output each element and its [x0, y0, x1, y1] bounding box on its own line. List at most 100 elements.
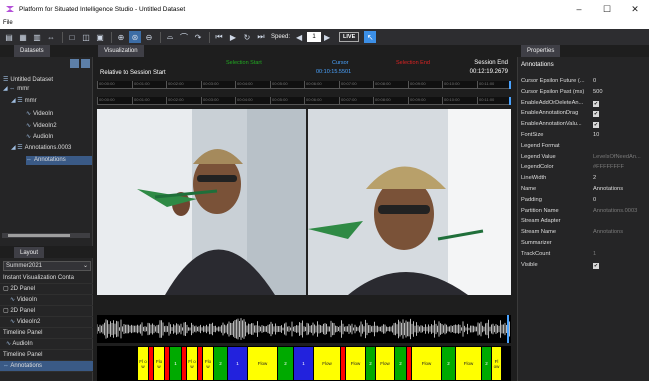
timeline-ruler-top[interactable]: 00:00:00 00:01:00 00:02:00 00:03:00 00:04:00… — [97, 81, 511, 89]
layout-item[interactable]: ∿ VideoIn2 — [0, 317, 93, 328]
annotation-tool-icon[interactable]: ⇔ — [45, 31, 57, 43]
pointer-cursor-icon[interactable]: ↖ — [364, 31, 377, 43]
tree-item-stream-selected[interactable]: ⇔ Annotations — [26, 156, 92, 165]
tree-item-partition[interactable]: ◢ ☰ Annotations.0003 — [11, 144, 71, 153]
property-value[interactable]: #FFFFFFFF — [591, 163, 649, 173]
tab-properties[interactable]: Properties — [521, 45, 561, 57]
property-value[interactable]: 2 — [591, 174, 649, 184]
property-value[interactable]: ✔ — [591, 109, 649, 119]
video-frame-videoin[interactable] — [97, 109, 306, 295]
tree-item-session[interactable]: ◢ ⇔ mmr — [3, 85, 29, 94]
property-value[interactable]: Annotations.0003 — [591, 207, 649, 217]
speed-decrease-icon[interactable]: ◀ — [293, 31, 305, 43]
property-value[interactable] — [591, 217, 649, 227]
minimize-button[interactable]: – — [565, 0, 593, 18]
property-value[interactable]: Annotations — [591, 185, 649, 195]
property-checkbox[interactable]: ✔ — [593, 122, 599, 129]
property-row[interactable]: EnableAddOrDeleteAn... ✔ — [518, 99, 649, 109]
panel-single-icon[interactable]: □ — [66, 31, 78, 43]
property-row[interactable]: LineWidth 2 — [518, 174, 649, 184]
skip-start-icon[interactable]: ⏮ — [213, 31, 225, 43]
property-checkbox[interactable]: ✔ — [593, 111, 599, 118]
property-row[interactable]: Name Annotations — [518, 185, 649, 195]
property-row[interactable]: Stream Name Annotations — [518, 228, 649, 238]
zoom-to-session-icon[interactable]: ⊛ — [129, 31, 141, 43]
property-row[interactable]: Legend Value LevelsOfNeedAn... — [518, 153, 649, 163]
annotation-segment[interactable]: 1 — [227, 347, 247, 380]
move-selection-end-icon[interactable]: ⌒ — [178, 31, 190, 43]
property-value[interactable]: Annotations — [591, 228, 649, 238]
move-selection-start-icon[interactable]: ⌓ — [164, 31, 176, 43]
annotation-segment[interactable]: 2 — [277, 347, 293, 380]
tree-item-stream[interactable]: ∿ AudioIn — [26, 133, 53, 142]
zoom-out-icon[interactable]: ⊖ — [143, 31, 155, 43]
property-value[interactable]: LevelsOfNeedAn... — [591, 153, 649, 163]
datasets-scrollbar[interactable] — [2, 233, 90, 238]
cursor-marker[interactable] — [509, 97, 511, 105]
timeline-ruler-bottom[interactable]: 00:00:00 00:01:00 00:02:00 00:03:00 00:04:00… — [97, 97, 511, 105]
property-row[interactable]: Stream Adapter — [518, 217, 649, 227]
layout-item[interactable]: Timeline Panel — [0, 328, 93, 339]
property-row[interactable]: FontSize 10 — [518, 131, 649, 141]
tree-item-stream[interactable]: ∿ VideoIn — [26, 110, 53, 119]
menu-file[interactable]: File — [3, 20, 13, 26]
property-row[interactable]: Cursor Epsilon Past (ms) 500 — [518, 88, 649, 98]
annotation-segment[interactable]: Fl ow — [491, 347, 501, 380]
annotation-segment[interactable]: 2 — [213, 347, 227, 380]
property-row[interactable]: Summarizer — [518, 239, 649, 249]
property-value[interactable]: 1 — [591, 250, 649, 260]
scrollbar-thumb[interactable] — [8, 234, 70, 237]
layout-item[interactable]: ▢ 2D Panel — [0, 306, 93, 317]
property-value[interactable]: ✔ — [591, 261, 649, 271]
annotation-segment[interactable]: 2 — [394, 347, 406, 380]
annotation-segment[interactable]: Flow — [345, 347, 365, 380]
skip-end-icon[interactable]: ⏭ — [255, 31, 267, 43]
annotation-segment[interactable]: Flow — [411, 347, 441, 380]
move-to-cursor-icon[interactable]: ↷ — [192, 31, 204, 43]
maximize-button[interactable]: ☐ — [593, 0, 621, 18]
tree-item-dataset[interactable]: ☰ Untitled Dataset — [3, 76, 53, 85]
property-value[interactable]: ✔ — [591, 99, 649, 109]
property-value[interactable]: ✔ — [591, 120, 649, 130]
annotation-segment[interactable]: Fl o w — [186, 347, 197, 380]
close-button[interactable]: ✕ — [621, 0, 649, 18]
video-frame-videoin2[interactable] — [308, 109, 511, 295]
property-row[interactable]: Visible ✔ — [518, 261, 649, 271]
layout-item-selected[interactable]: ⇔ Annotations — [0, 361, 93, 372]
open-store-icon[interactable]: ▤ — [3, 31, 15, 43]
panel-grid-icon[interactable]: ▣ — [94, 31, 106, 43]
audio-waveform-lane[interactable] — [96, 315, 511, 343]
property-checkbox[interactable]: ✔ — [593, 262, 599, 269]
layout-dropdown[interactable]: Summer2021 ⌄ — [3, 261, 91, 271]
annotation-segment[interactable]: Flo w — [202, 347, 213, 380]
annotation-segment[interactable]: Flo w — [153, 347, 164, 380]
property-checkbox[interactable]: ✔ — [593, 100, 599, 107]
save-layout-icon[interactable]: ▦ — [17, 31, 29, 43]
annotation-segment[interactable]: 1 — [169, 347, 181, 380]
tree-item-partition[interactable]: ◢ ☰ mmr — [11, 97, 37, 106]
property-row[interactable]: Cursor Epsilon Future (... 0 — [518, 77, 649, 87]
load-dataset-icon[interactable]: ▥ — [31, 31, 43, 43]
property-row[interactable]: Padding 0 — [518, 196, 649, 206]
tab-visualization[interactable]: Visualization — [98, 45, 144, 57]
layout-item[interactable]: Timeline Panel — [0, 350, 93, 361]
layout-item[interactable]: ∿ VideoIn — [0, 295, 93, 306]
play-icon[interactable]: ▶ — [227, 31, 239, 43]
annotation-segment[interactable]: Flow — [247, 347, 277, 380]
live-button[interactable]: LIVE — [339, 32, 360, 42]
annotation-segment[interactable]: 2 — [365, 347, 375, 380]
cursor-marker[interactable] — [509, 81, 511, 89]
layout-item[interactable]: ▢ 2D Panel — [0, 284, 93, 295]
property-value[interactable]: 0 — [591, 196, 649, 206]
property-row[interactable]: Legend Format — [518, 142, 649, 152]
annotation-segment[interactable]: Flow — [375, 347, 394, 380]
property-value[interactable] — [591, 239, 649, 249]
annotation-segment[interactable]: 1 — [293, 347, 313, 380]
expand-tree-icon[interactable] — [70, 59, 79, 68]
property-value[interactable]: 10 — [591, 131, 649, 141]
annotation-lane[interactable]: Fl o w Flo w 1 Fl o w Flo w 2 1 Flow 2 1 Flow Flow 2… — [97, 346, 511, 381]
property-value[interactable]: 0 — [591, 77, 649, 87]
tab-datasets[interactable]: Datasets — [14, 45, 50, 57]
zoom-to-selection-icon[interactable]: ⊕ — [115, 31, 127, 43]
property-value[interactable] — [591, 142, 649, 152]
